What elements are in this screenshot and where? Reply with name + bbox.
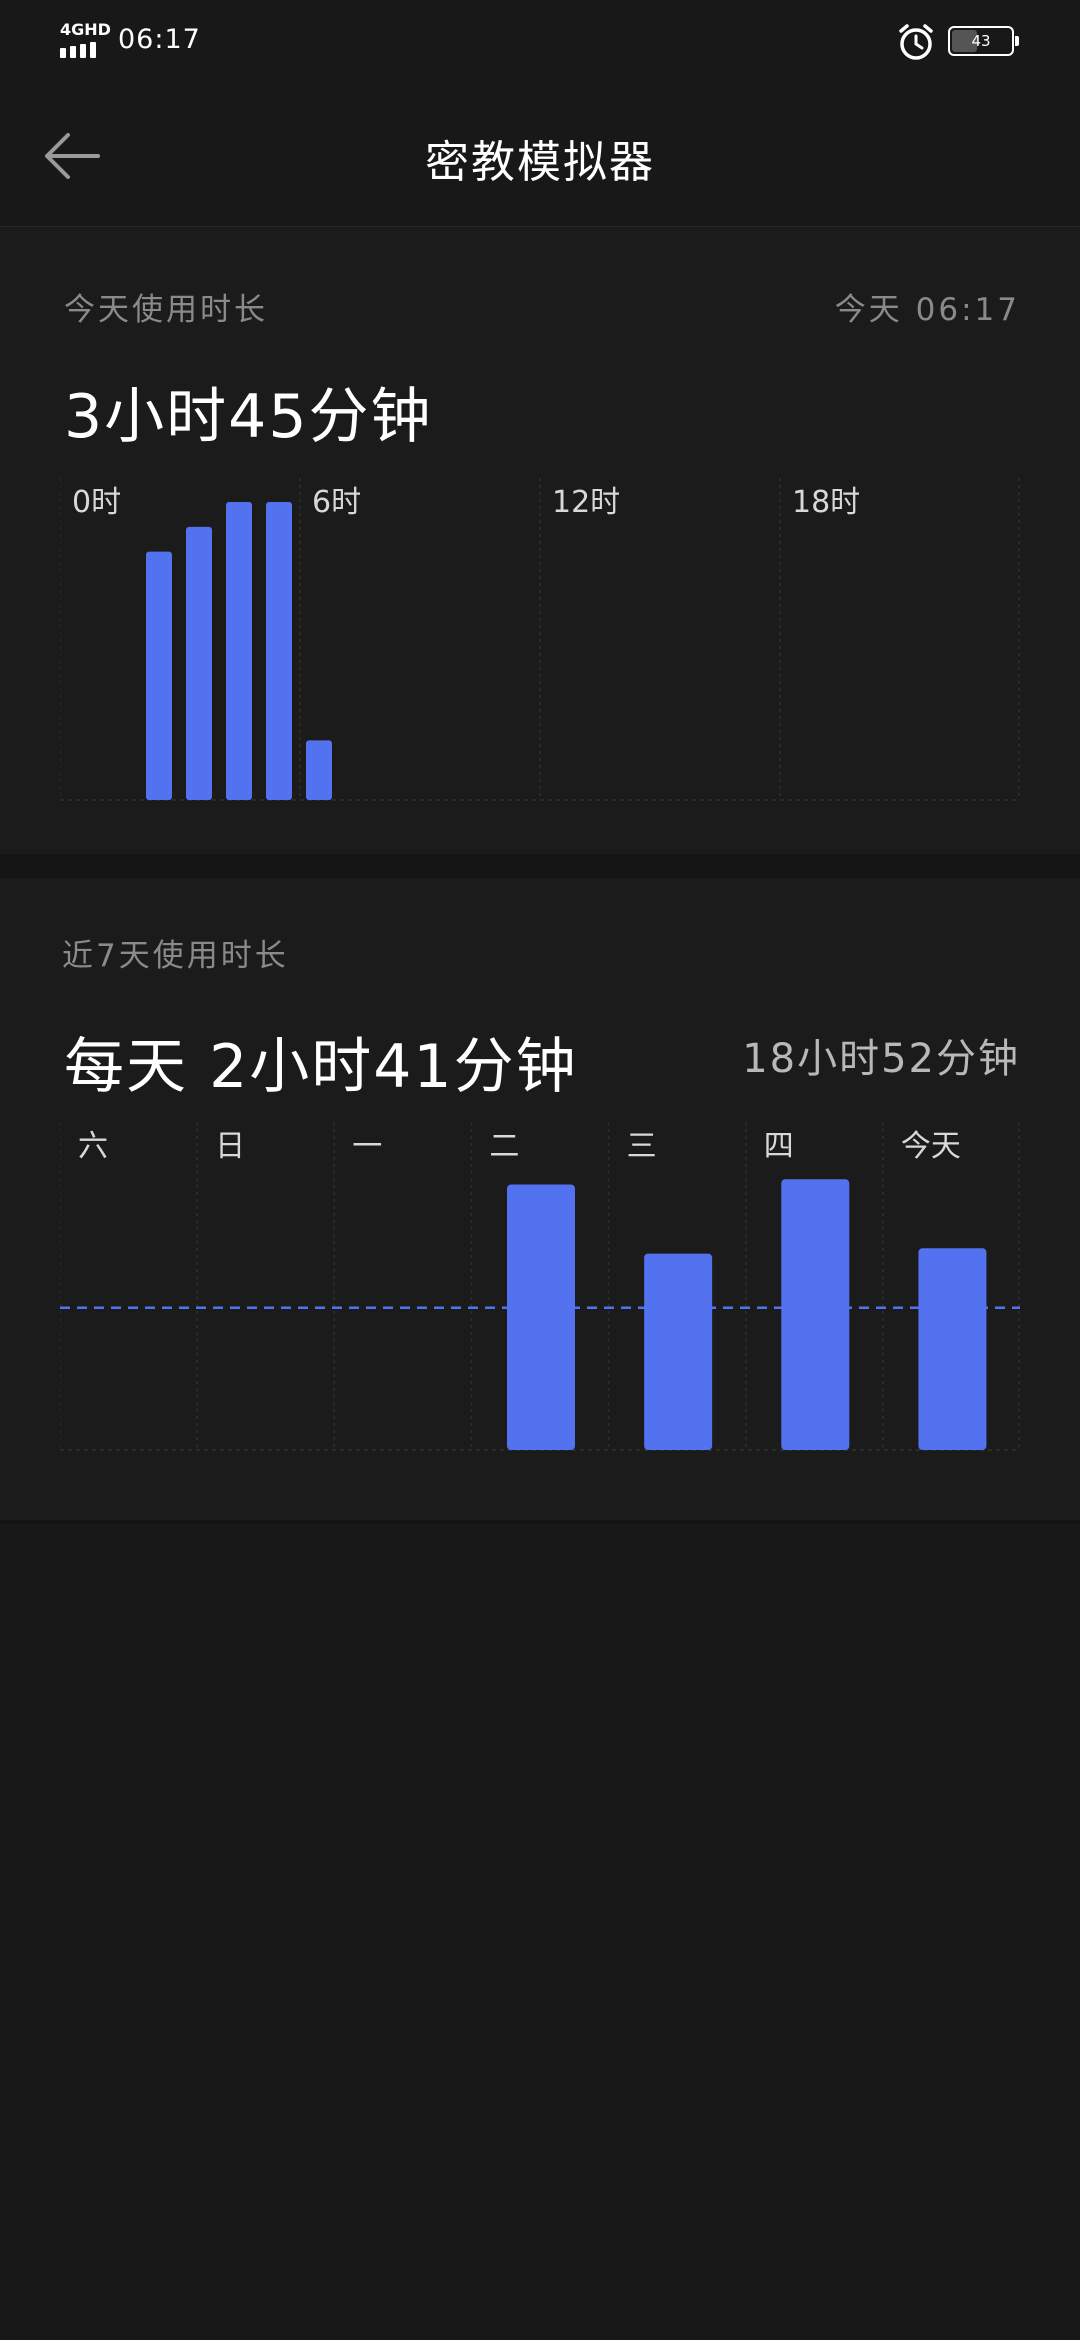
network-type: 4GHD [60, 20, 111, 39]
hourly-usage-plot: 0时 6时 12时 18时 [60, 478, 1020, 801]
week-tick-label: 一 [352, 1129, 382, 1164]
week-bar [781, 1179, 850, 1450]
hour-bar [226, 502, 252, 800]
alarm-clock-icon [899, 24, 933, 60]
week-tick-label: 二 [489, 1129, 519, 1164]
today-date: 今天 06:17 [834, 292, 1020, 328]
week-usage-total: 18小时52分钟 [742, 1036, 1020, 1082]
hour-bar [186, 526, 212, 800]
week-tick-label: 六 [78, 1129, 108, 1164]
status-bar: 4GHD 06:17 43 [0, 0, 1080, 80]
battery-icon: 43 [948, 26, 1019, 56]
today-usage-label: 今天使用时长 [64, 292, 268, 328]
hour-tick-label: 6时 [312, 485, 361, 520]
hour-tick-label: 18时 [792, 485, 860, 520]
hour-tick-label: 12时 [552, 485, 620, 520]
page-title: 密教模拟器 [425, 137, 655, 188]
signal-icon [60, 42, 96, 58]
app-header: 密教模拟器 [0, 80, 1080, 227]
week-tick-label: 四 [764, 1129, 794, 1164]
week-tick-label: 日 [215, 1129, 245, 1164]
week-usage-label: 近7天使用时长 [62, 938, 289, 974]
week-bar [507, 1184, 575, 1450]
week-bar [644, 1253, 713, 1450]
section-divider-bottom [0, 1520, 1080, 1524]
week-bar [918, 1248, 987, 1450]
status-time: 06:17 [118, 24, 201, 55]
hour-bar [266, 502, 292, 800]
today-usage-total: 3小时45分钟 [64, 382, 433, 452]
hourly-usage-chart: 0时 6时 12时 18时 [60, 472, 1020, 812]
section-divider [0, 854, 1080, 878]
network-indicator: 4GHD [60, 20, 111, 60]
daily-average-value: 每天 2小时41分钟 [64, 1032, 578, 1102]
today-usage-card: 今天使用时长 今天 06:17 3小时45分钟 0时 6时 12时 18时 [0, 228, 1080, 854]
week-tick-label: 今天 [901, 1129, 961, 1164]
hour-tick-label: 0时 [72, 485, 121, 520]
screen: 4GHD 06:17 43 密教模拟器 今天使用时长 今天 06:17 3小时4… [0, 0, 1080, 2340]
hour-bar [306, 740, 332, 800]
week-tick-label: 三 [627, 1129, 657, 1164]
battery-percent: 43 [971, 32, 991, 50]
weekly-usage-plot: 六 日 一 二 三 四 今天 [60, 1122, 1020, 1451]
weekly-usage-chart: 六 日 一 二 三 四 今天 [60, 1122, 1020, 1462]
hour-bar [146, 551, 172, 800]
week-usage-card: 近7天使用时长 每天 2小时41分钟 18小时52分钟 六 日 一 二 三 四 今天 [0, 878, 1080, 1520]
